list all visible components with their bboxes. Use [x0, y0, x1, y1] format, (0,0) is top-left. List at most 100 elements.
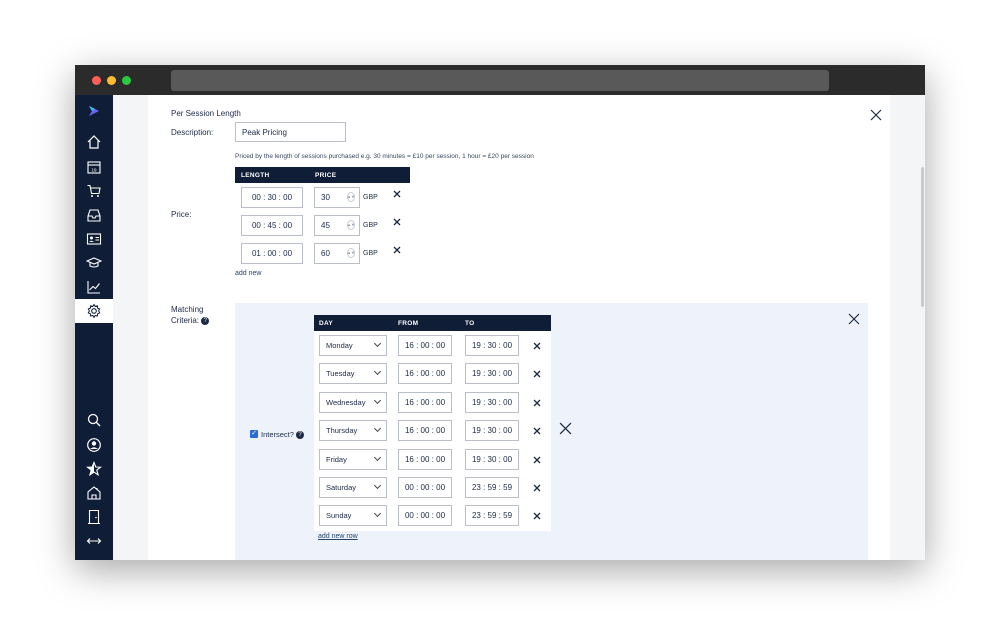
to-time-input[interactable]: 23 : 59 : 59: [465, 505, 519, 527]
chevron-down-icon: [373, 425, 382, 433]
settings-icon[interactable]: [75, 299, 113, 323]
price-label: Price:: [171, 210, 192, 219]
logo-icon[interactable]: [75, 99, 113, 123]
help-icon[interactable]: ?: [201, 316, 210, 325]
to-time-input[interactable]: 19 : 30 : 00: [465, 391, 519, 413]
day-select[interactable]: Thursday: [319, 420, 387, 442]
remove-schedule-row-icon[interactable]: [533, 484, 541, 492]
from-time-input[interactable]: 00 : 00 : 00: [398, 477, 452, 498]
calendar-icon[interactable]: 19: [75, 155, 113, 179]
from-header: FROM: [398, 320, 419, 327]
from-time-input[interactable]: 16 : 00 : 00: [398, 335, 452, 356]
help-icon[interactable]: ?: [296, 431, 305, 440]
chevron-down-icon: [373, 453, 382, 461]
inbox-icon[interactable]: [75, 203, 113, 227]
matching-label: Matching: [171, 305, 204, 314]
remove-criteria-group-icon[interactable]: [559, 422, 572, 435]
scrollbar[interactable]: [921, 167, 924, 307]
to-time-input[interactable]: 19 : 30 : 00: [465, 335, 519, 356]
add-new-price-link[interactable]: add new: [235, 270, 261, 277]
add-new-row-link[interactable]: add new row: [318, 533, 358, 540]
remove-schedule-row-icon[interactable]: [533, 342, 541, 350]
description-input[interactable]: Peak Pricing: [235, 122, 346, 142]
price-value: 45: [321, 221, 330, 230]
from-time-input[interactable]: 16 : 00 : 00: [398, 391, 452, 413]
currency-label: GBP: [363, 194, 378, 201]
to-header: TO: [465, 320, 475, 327]
to-time-input[interactable]: 19 : 30 : 00: [465, 420, 519, 442]
from-time-input[interactable]: 00 : 00 : 00: [398, 505, 452, 527]
price-input[interactable]: 45 ▲▼: [314, 215, 360, 236]
day-value: Thursday: [326, 426, 358, 436]
section-title: Per Session Length: [171, 109, 241, 118]
to-time-input[interactable]: 19 : 30 : 00: [465, 363, 519, 385]
from-time-input[interactable]: 16 : 00 : 00: [398, 420, 452, 442]
day-value: Friday: [326, 454, 347, 464]
price-stepper[interactable]: ▲▼: [347, 220, 355, 230]
day-select[interactable]: Monday: [319, 335, 387, 356]
svg-text:19: 19: [91, 168, 97, 173]
day-select[interactable]: Friday: [319, 448, 387, 470]
main-content: Per Session Length Description: Peak Pri…: [113, 95, 925, 560]
criteria-label: Criteria: ?: [171, 316, 210, 325]
remove-schedule-row-icon[interactable]: [533, 427, 541, 435]
length-input[interactable]: 00 : 30 : 00: [241, 187, 303, 208]
search-icon[interactable]: [75, 408, 113, 432]
intersect-label: Intersect? ?: [261, 430, 305, 440]
remove-schedule-row-icon[interactable]: [533, 370, 541, 378]
door-icon[interactable]: [75, 505, 113, 529]
day-header: DAY: [319, 320, 334, 327]
maximize-window-button[interactable]: [122, 76, 131, 85]
schedule-header: DAY FROM TO: [314, 315, 551, 331]
from-time-input[interactable]: 16 : 00 : 00: [398, 448, 452, 470]
day-value: Tuesday: [326, 369, 355, 379]
criteria-label-text: Criteria:: [171, 316, 200, 325]
graduation-cap-icon[interactable]: [75, 251, 113, 275]
remove-price-row-icon[interactable]: [393, 190, 401, 198]
chevron-down-icon: [373, 368, 382, 376]
close-criteria-icon[interactable]: [848, 313, 860, 325]
day-value: Sunday: [326, 511, 352, 521]
contact-card-icon[interactable]: [75, 227, 113, 251]
user-icon[interactable]: [75, 433, 113, 457]
star-icon[interactable]: [75, 457, 113, 481]
price-table-header: LENGTH PRICE: [235, 167, 410, 183]
to-time-input[interactable]: 23 : 59 : 59: [465, 477, 519, 498]
price-value: 30: [321, 193, 330, 202]
intersect-label-text: Intersect?: [261, 430, 294, 439]
length-input[interactable]: 00 : 45 : 00: [241, 215, 303, 236]
home-icon[interactable]: [75, 130, 113, 154]
day-select[interactable]: Sunday: [319, 505, 387, 527]
to-time-input[interactable]: 19 : 30 : 00: [465, 448, 519, 470]
length-input[interactable]: 01 : 00 : 00: [241, 243, 303, 264]
chevron-down-icon: [373, 339, 382, 348]
remove-schedule-row-icon[interactable]: [533, 456, 541, 464]
length-header: LENGTH: [241, 172, 270, 179]
day-value: Wednesday: [326, 397, 366, 407]
resize-icon[interactable]: [75, 529, 113, 553]
remove-price-row-icon[interactable]: [393, 218, 401, 226]
remove-schedule-row-icon[interactable]: [533, 399, 541, 407]
pricing-form-panel: Per Session Length Description: Peak Pri…: [148, 95, 890, 560]
price-stepper[interactable]: ▲▼: [347, 248, 355, 258]
minimize-window-button[interactable]: [107, 76, 116, 85]
chart-icon[interactable]: [75, 275, 113, 299]
day-select[interactable]: Saturday: [319, 477, 387, 498]
close-section-icon[interactable]: [870, 109, 882, 121]
price-input[interactable]: 60 ▲▼: [314, 243, 360, 264]
close-window-button[interactable]: [92, 76, 101, 85]
remove-schedule-row-icon[interactable]: [533, 512, 541, 520]
intersect-checkbox[interactable]: ✓: [250, 430, 258, 438]
price-stepper[interactable]: ▲▼: [347, 192, 355, 202]
day-select[interactable]: Tuesday: [319, 363, 387, 385]
address-bar[interactable]: [171, 70, 829, 91]
sidebar: 19: [75, 95, 113, 560]
day-select[interactable]: Wednesday: [319, 391, 387, 413]
currency-label: GBP: [363, 222, 378, 229]
cart-icon[interactable]: [75, 179, 113, 203]
remove-price-row-icon[interactable]: [393, 246, 401, 254]
chevron-down-icon: [373, 510, 382, 518]
from-time-input[interactable]: 16 : 00 : 00: [398, 363, 452, 385]
house-icon[interactable]: [75, 481, 113, 505]
price-input[interactable]: 30 ▲▼: [314, 187, 360, 208]
